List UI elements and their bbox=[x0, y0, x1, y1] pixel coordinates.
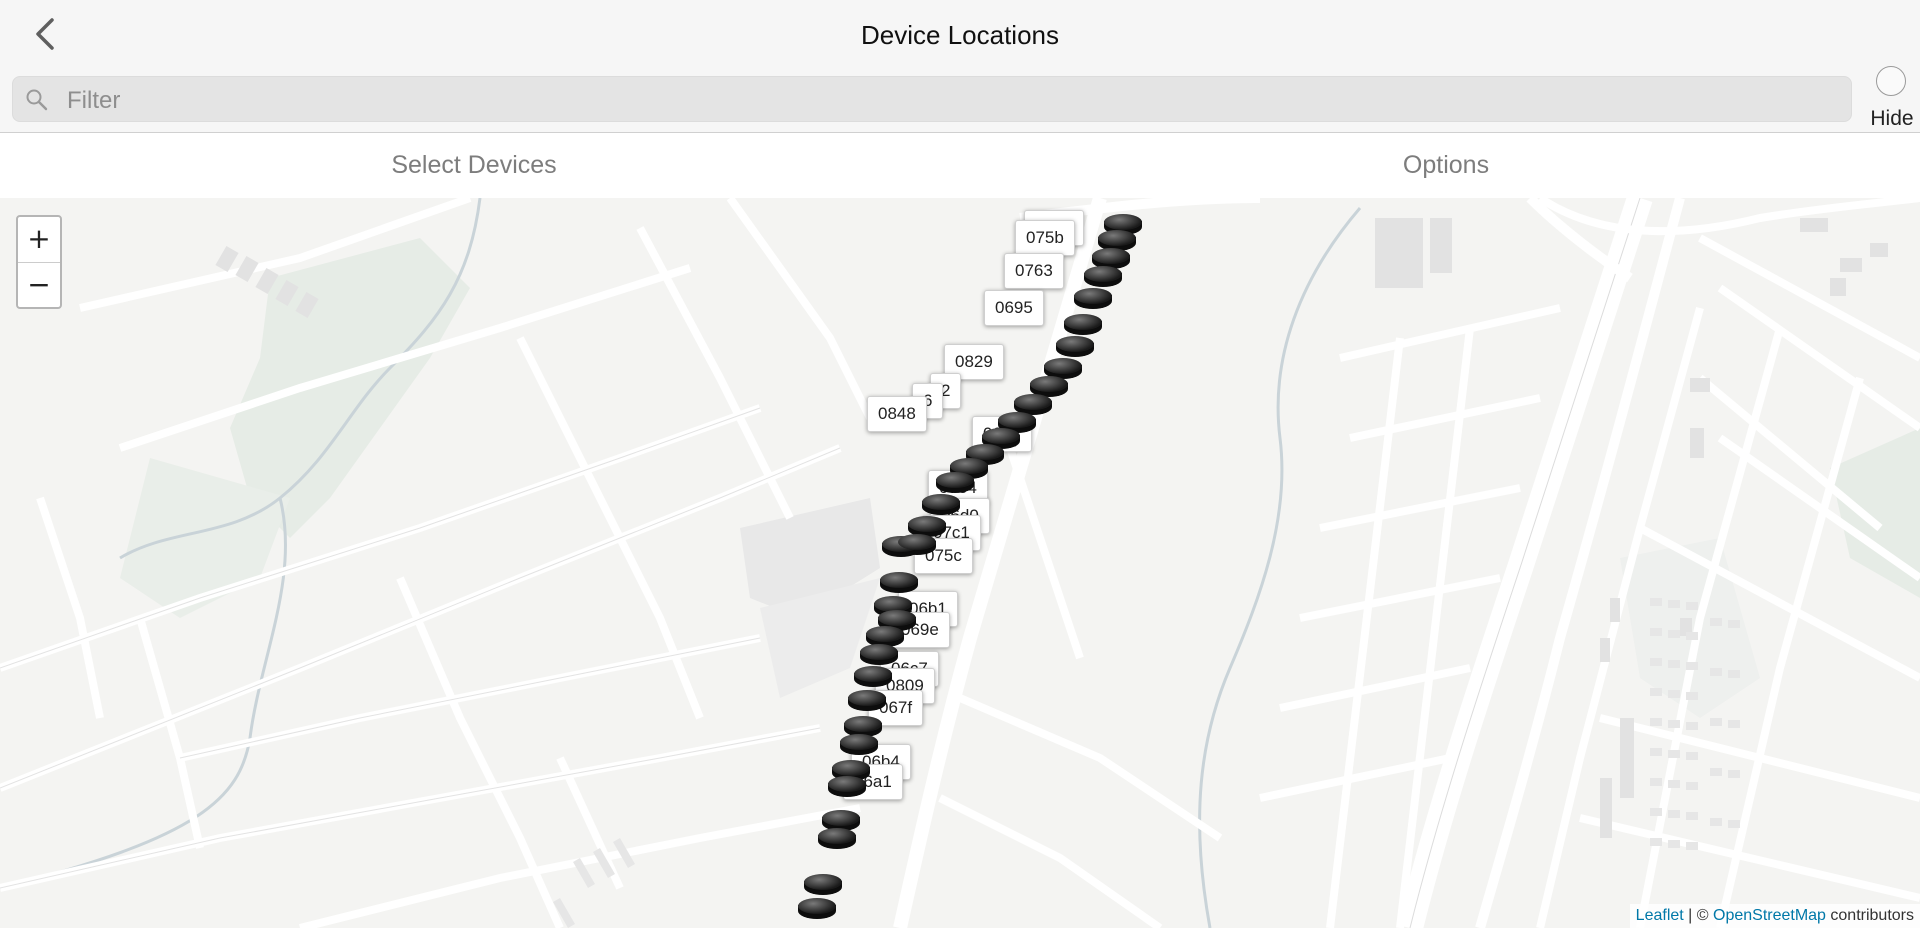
openstreetmap-link[interactable]: OpenStreetMap bbox=[1713, 907, 1826, 924]
app-header: Device Locations Hide bbox=[0, 0, 1920, 133]
device-marker[interactable] bbox=[804, 874, 842, 896]
hide-radio[interactable] bbox=[1876, 66, 1906, 96]
device-marker[interactable] bbox=[854, 666, 892, 688]
device-marker[interactable] bbox=[818, 828, 856, 850]
device-marker[interactable] bbox=[1056, 336, 1094, 358]
map-view[interactable]: 06b5 075b 0763 0695 0829 2 6 0848 0692 0… bbox=[0, 198, 1920, 928]
device-label[interactable]: 075b bbox=[1015, 220, 1075, 256]
device-marker[interactable] bbox=[922, 494, 960, 516]
device-marker[interactable] bbox=[898, 534, 936, 556]
device-marker[interactable] bbox=[798, 898, 836, 920]
tab-options[interactable]: Options bbox=[1246, 151, 1646, 180]
search-icon bbox=[26, 89, 48, 111]
zoom-control: + − bbox=[16, 215, 62, 309]
device-marker[interactable] bbox=[860, 644, 898, 666]
hide-label: Hide bbox=[1870, 107, 1914, 130]
device-marker[interactable] bbox=[936, 472, 974, 494]
zoom-out-button[interactable]: − bbox=[18, 263, 60, 308]
map-attribution: Leaflet | © OpenStreetMap contributors bbox=[1629, 904, 1920, 928]
filter-search-bar[interactable] bbox=[12, 76, 1852, 122]
device-label[interactable]: 0848 bbox=[867, 396, 927, 432]
attribution-separator: | © bbox=[1683, 907, 1713, 924]
device-marker[interactable] bbox=[848, 690, 886, 712]
device-marker[interactable] bbox=[1074, 288, 1112, 310]
tab-select-devices[interactable]: Select Devices bbox=[274, 151, 674, 180]
device-marker[interactable] bbox=[1084, 266, 1122, 288]
device-marker[interactable] bbox=[840, 734, 878, 756]
device-marker[interactable] bbox=[828, 776, 866, 798]
attribution-suffix: contributors bbox=[1825, 907, 1914, 924]
page-title: Device Locations bbox=[861, 20, 1059, 50]
device-marker[interactable] bbox=[880, 572, 918, 594]
zoom-in-button[interactable]: + bbox=[18, 217, 60, 263]
tab-bar: Select Devices Options bbox=[0, 133, 1920, 198]
device-label[interactable]: 0695 bbox=[984, 290, 1044, 326]
filter-input[interactable] bbox=[65, 83, 1829, 119]
hide-toggle[interactable]: Hide bbox=[1866, 64, 1918, 134]
device-label[interactable]: 0763 bbox=[1004, 253, 1064, 289]
leaflet-link[interactable]: Leaflet bbox=[1636, 907, 1684, 924]
device-marker[interactable] bbox=[1064, 314, 1102, 336]
